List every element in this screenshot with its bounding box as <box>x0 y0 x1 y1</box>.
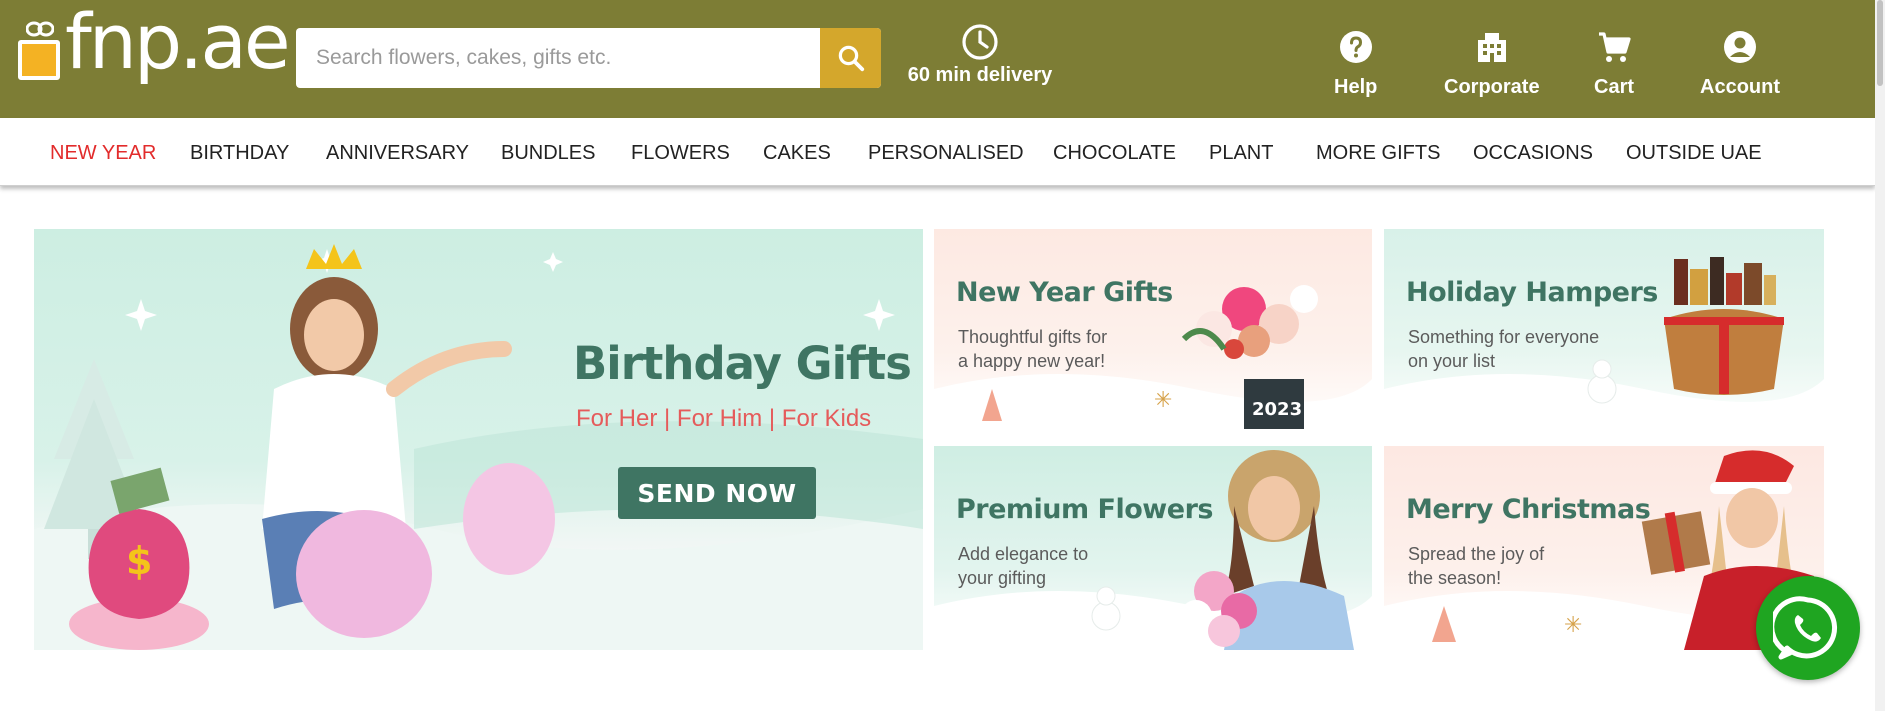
svg-text:$: $ <box>126 539 152 583</box>
logo-text: fnp.ae <box>65 0 291 86</box>
category-nav: NEW YEAR BIRTHDAY ANNIVERSARY BUNDLES FL… <box>0 118 1875 186</box>
new-year-gifts-tile[interactable]: 2023 ✳ New Year Gifts Thoughtful gifts f… <box>934 229 1372 433</box>
site-header: fnp.ae 60 min delivery Help <box>0 0 1875 118</box>
sparkle-icon <box>125 299 157 331</box>
search-bar <box>296 28 881 88</box>
category-occasions[interactable]: OCCASIONS <box>1473 142 1593 165</box>
hamper-basket-icon <box>1664 257 1784 395</box>
search-input[interactable] <box>296 28 820 88</box>
search-button[interactable] <box>820 28 881 88</box>
banner-subtitle: For Her | For Him | For Kids <box>576 405 872 432</box>
account-label: Account <box>1700 76 1780 98</box>
send-now-button[interactable]: SEND NOW <box>618 467 816 519</box>
building-icon <box>1477 33 1506 62</box>
snowflake-icon: ✳ <box>1564 613 1582 638</box>
crown-icon <box>306 244 362 269</box>
tile-subtitle: Thoughtful gifts for a happy new year! <box>958 327 1108 371</box>
tile-subtitle: Something for everyone on your list <box>1408 327 1600 371</box>
balloon-icon <box>463 463 555 575</box>
category-anniversary[interactable]: ANNIVERSARY <box>326 142 469 165</box>
cart-icon <box>1599 32 1631 62</box>
help-link[interactable]: Help <box>1334 30 1377 99</box>
tile-subtitle: Spread the joy of the season! <box>1408 544 1545 588</box>
fnp-logo[interactable]: fnp.ae <box>18 4 291 96</box>
category-outside-uae[interactable]: OUTSIDE UAE <box>1626 142 1762 165</box>
category-plant[interactable]: PLANT <box>1209 142 1273 165</box>
gift-box-logo-icon <box>18 40 60 80</box>
account-link[interactable]: Account <box>1700 30 1780 99</box>
corporate-label: Corporate <box>1444 76 1540 98</box>
help-label: Help <box>1334 76 1378 98</box>
tile-title: Premium Flowers <box>956 494 1213 525</box>
category-bundles[interactable]: BUNDLES <box>501 142 595 165</box>
balloon-icon <box>296 510 432 638</box>
whatsapp-chat-button[interactable] <box>1756 576 1860 680</box>
sparkle-icon <box>863 299 895 331</box>
delivery-info[interactable]: 60 min delivery <box>905 22 1055 88</box>
cart-link[interactable]: Cart <box>1594 30 1634 99</box>
page-scrollbar[interactable] <box>1875 0 1885 711</box>
sparkle-icon <box>543 252 563 272</box>
cart-label: Cart <box>1594 76 1635 98</box>
tile-title: Holiday Hampers <box>1406 277 1658 308</box>
search-icon <box>838 45 864 72</box>
help-icon <box>1339 31 1372 63</box>
svg-text:2023: 2023 <box>1252 399 1302 420</box>
scrollbar-thumb[interactable] <box>1877 0 1883 86</box>
category-chocolate[interactable]: CHOCOLATE <box>1053 142 1176 165</box>
gift-box-icon <box>1641 511 1711 575</box>
holiday-hampers-tile[interactable]: Holiday Hampers Something for everyone on… <box>1384 229 1824 433</box>
category-new-year[interactable]: NEW YEAR <box>50 142 156 165</box>
category-flowers[interactable]: FLOWERS <box>631 142 730 165</box>
category-more-gifts[interactable]: MORE GIFTS <box>1316 142 1440 165</box>
tile-subtitle: Add elegance to your gifting <box>958 544 1089 588</box>
tile-title: New Year Gifts <box>956 277 1173 308</box>
clock-icon <box>962 24 998 60</box>
birthday-gifts-banner[interactable]: $ Birthday Gifts For Her | For Him | For… <box>34 229 923 650</box>
premium-flowers-tile[interactable]: Premium Flowers Add elegance to your gift… <box>934 446 1372 650</box>
corporate-link[interactable]: Corporate <box>1444 30 1540 99</box>
category-personalised[interactable]: PERSONALISED <box>868 142 1024 165</box>
category-cakes[interactable]: CAKES <box>763 142 831 165</box>
category-birthday[interactable]: BIRTHDAY <box>190 142 289 165</box>
gift-bow-icon <box>26 21 54 37</box>
tile-title: Merry Christmas <box>1406 494 1651 525</box>
banner-illustration: $ <box>34 244 923 650</box>
snowflake-icon: ✳ <box>1154 388 1172 413</box>
account-icon <box>1724 31 1756 63</box>
delivery-label: 60 min delivery <box>907 64 1053 86</box>
banner-title: Birthday Gifts <box>573 337 912 390</box>
whatsapp-icon <box>1773 596 1838 660</box>
